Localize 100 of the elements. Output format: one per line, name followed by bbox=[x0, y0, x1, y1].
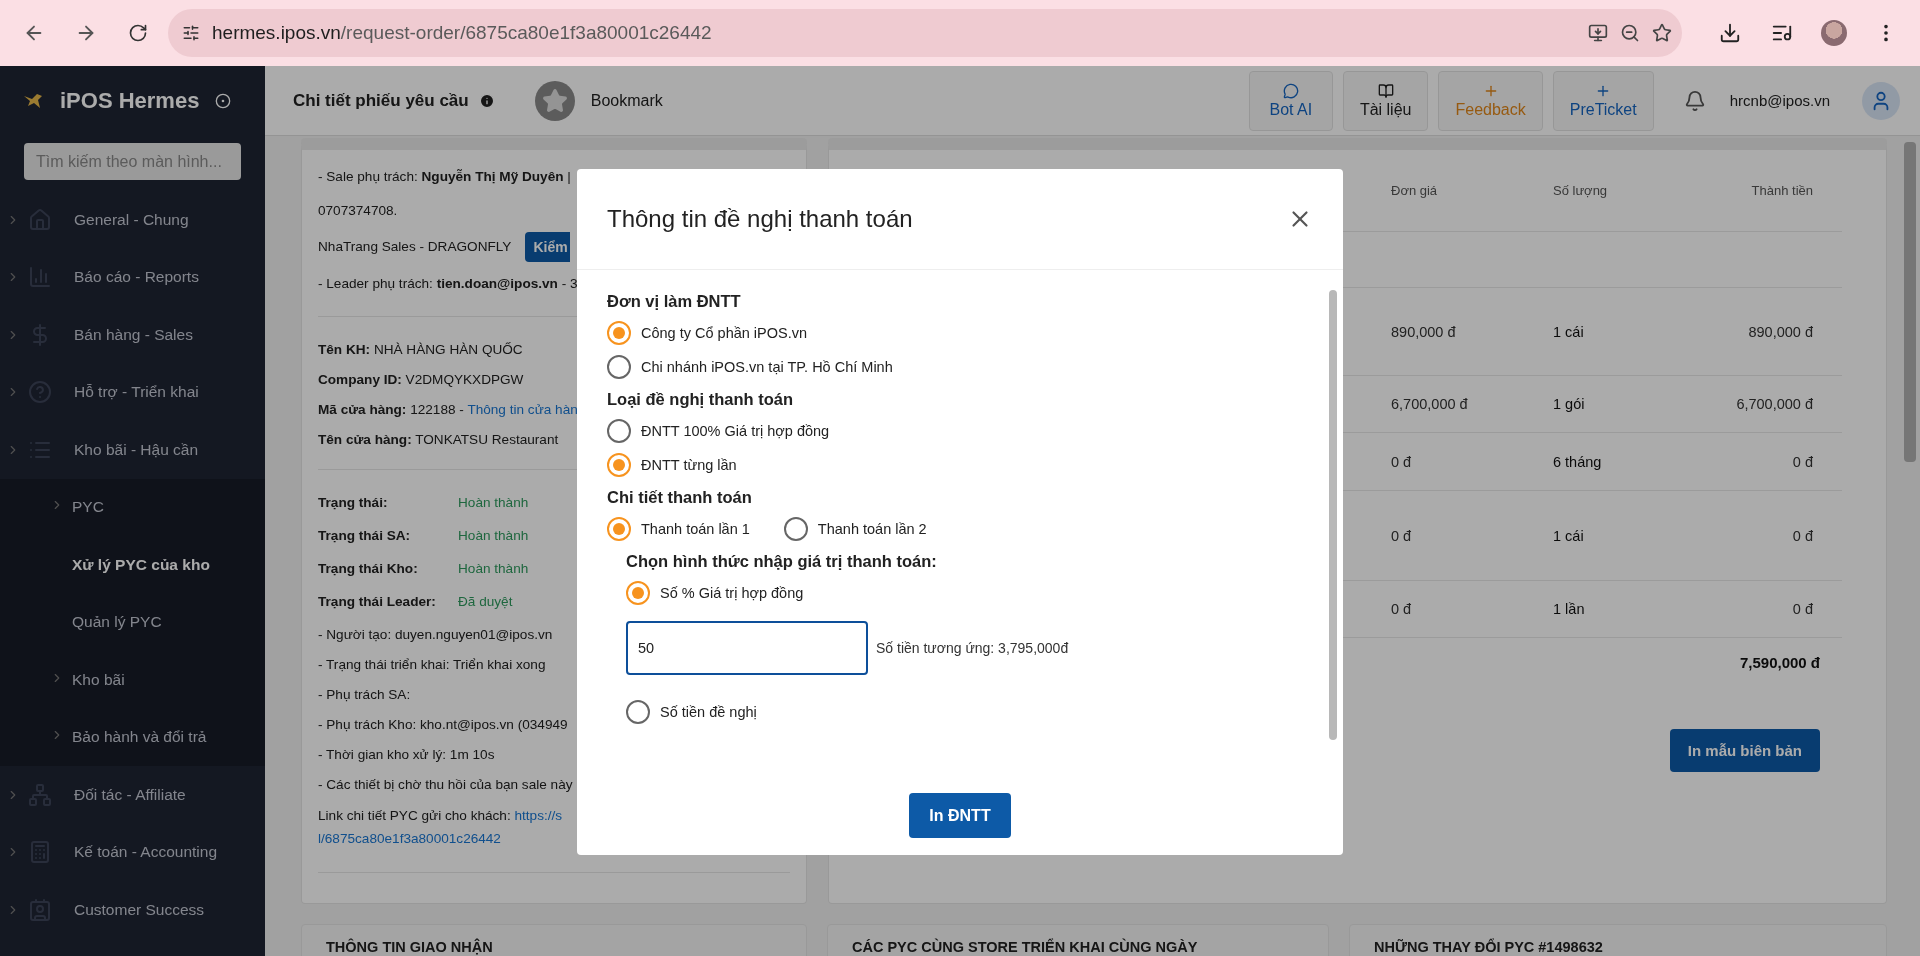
address-bar[interactable]: hermes.ipos.vn/request-order/6875ca80e1f3a80001c26442 bbox=[168, 9, 1682, 57]
status-value: Hoàn thành bbox=[458, 527, 529, 545]
table-cell-text: 1 cái bbox=[1553, 527, 1585, 544]
sidebar-item[interactable]: General - Chung bbox=[0, 191, 265, 249]
column-header: Thành tiền bbox=[1750, 183, 1814, 198]
group-heading: Đơn vị làm ĐNTT bbox=[607, 291, 742, 312]
chart-icon bbox=[28, 265, 52, 290]
table-cell-text: 0 đ bbox=[1791, 601, 1814, 617]
user-email: hrcnb@ipos.vn bbox=[1729, 92, 1830, 109]
calculator-icon bbox=[28, 840, 52, 865]
info-text: 0707374708. bbox=[318, 202, 398, 220]
network-icon bbox=[28, 782, 52, 807]
sidebar-subitem[interactable]: Xử lý PYC của kho bbox=[0, 536, 265, 594]
sidebar-item[interactable]: Đối tác - Affiliate bbox=[0, 766, 265, 824]
share-link[interactable]: https://s bbox=[514, 808, 563, 823]
note-text: - Thời gian kho xử lý: 1m 10s bbox=[318, 746, 495, 764]
section-title: THÔNG TIN GIAO NHẬN bbox=[301, 924, 807, 956]
note-text: - Phụ trách Kho: kho.nt@ipos.vn (034949 bbox=[318, 716, 568, 734]
radio-option[interactable]: Công ty Cổ phần iPOS.vn bbox=[607, 316, 1313, 350]
radio-option[interactable]: Thanh toán lần 2 bbox=[783, 512, 927, 546]
store-name-text: Tên cửa hàng: TONKATSU Restaurant bbox=[318, 431, 559, 449]
sidebar-subitem[interactable]: Quản lý PYC bbox=[0, 593, 265, 651]
radio-dot-icon[interactable] bbox=[215, 93, 232, 109]
radio-option[interactable]: Số tiền đề nghị bbox=[626, 695, 1313, 729]
sidebar-item[interactable]: Bán hàng - Sales bbox=[0, 306, 265, 364]
table-cell-text: 6,700,000 đ bbox=[1735, 396, 1814, 412]
table-cell-text: 1 gói bbox=[1553, 396, 1586, 412]
status-label: Trạng thái Kho: bbox=[318, 560, 419, 578]
sidebar-item[interactable]: Kế toán - Accounting bbox=[0, 823, 265, 881]
note-text: - Các thiết bị chờ thu hồi của bạn sale này bbox=[318, 776, 573, 794]
sidebar-item[interactable]: Kho bãi - Hậu cần bbox=[0, 421, 265, 479]
table-cell-text: 0 đ bbox=[1391, 453, 1413, 470]
share-link[interactable]: l/6875ca80e1f3a80001c26442 bbox=[318, 831, 501, 846]
team-text: NhaTrang Sales - DRAGONFLY bbox=[318, 238, 512, 256]
bookmark-icon[interactable] bbox=[534, 80, 575, 121]
check-button[interactable]: Kiểm bbox=[525, 232, 570, 262]
status-value: Hoàn thành bbox=[458, 494, 529, 512]
table-cell-text: 890,000 đ bbox=[1747, 323, 1814, 340]
table-cell-text: 6,700,000 đ bbox=[1391, 396, 1469, 412]
table-cell-text: 890,000 đ bbox=[1391, 323, 1457, 340]
table-cell-text: 1 cái bbox=[1553, 323, 1585, 340]
download-icon[interactable] bbox=[1719, 22, 1741, 44]
bell-icon[interactable] bbox=[1683, 89, 1706, 112]
group-heading: Loại đề nghị thanh toán bbox=[607, 389, 795, 410]
radio-option[interactable]: ĐNTT từng lần bbox=[607, 448, 1313, 482]
sidebar-item[interactable]: Customer Success bbox=[0, 881, 265, 939]
note-text: - Người tạo: duyen.nguyen01@ipos.vn bbox=[318, 626, 553, 644]
info-icon[interactable] bbox=[478, 92, 495, 109]
table-cell-text: 0 đ bbox=[1391, 527, 1413, 544]
dialog-title: Thông tin đề nghị thanh toán bbox=[607, 205, 913, 233]
print-button[interactable]: In mẫu biên bản bbox=[1669, 729, 1820, 772]
group-heading: Chi tiết thanh toán bbox=[607, 487, 753, 508]
store-info-link[interactable]: Thông tin cửa hàn bbox=[467, 402, 578, 417]
scrollbar[interactable] bbox=[1329, 290, 1337, 740]
chat-icon bbox=[1282, 82, 1299, 99]
home-icon bbox=[28, 207, 52, 232]
customer-text: Tên KH: NHÀ HÀNG HÀN QUỐC bbox=[318, 341, 523, 359]
zoom-icon[interactable] bbox=[1620, 23, 1640, 43]
table-cell-text: 0 đ bbox=[1791, 527, 1814, 544]
radio-option[interactable]: Chi nhánh iPOS.vn tại TP. Hồ Chí Minh bbox=[607, 350, 1313, 384]
store-code-text: Mã cửa hàng: 122188 - Thông tin cửa hàn bbox=[318, 401, 578, 419]
column-header: Số lượng bbox=[1553, 183, 1609, 198]
percent-field[interactable]: 50 bbox=[626, 621, 868, 675]
status-label: Trạng thái Leader: bbox=[318, 593, 437, 611]
header-button[interactable]: PreTicket bbox=[1552, 70, 1654, 131]
header-button[interactable]: Bot AI bbox=[1248, 70, 1333, 131]
page-title: Chi tiết phiếu yêu cầu bbox=[293, 90, 469, 111]
radio-option[interactable]: ĐNTT 100% Giá trị hợp đồng bbox=[607, 414, 1313, 448]
status-value: Đã duyệt bbox=[458, 593, 514, 611]
customer-text: Company ID: V2DMQYKXDPGW bbox=[318, 371, 524, 389]
total-amount: 7,590,000 đ bbox=[1739, 654, 1820, 671]
note-text: - Phụ trách SA: bbox=[318, 686, 411, 704]
reload-icon[interactable] bbox=[128, 23, 148, 43]
sidebar-subitem[interactable]: PYC bbox=[0, 478, 265, 536]
group-heading: Chọn hình thức nhập giá trị thanh toán: bbox=[626, 551, 938, 572]
column-header: Đơn giá bbox=[1391, 183, 1439, 198]
radio-option[interactable]: Thanh toán lần 1 bbox=[607, 512, 750, 546]
help-icon bbox=[28, 380, 52, 405]
note-text: - Trạng thái triển khai: Triển khai xong bbox=[318, 656, 546, 674]
status-value: Hoàn thành bbox=[458, 560, 529, 578]
contact-card-icon bbox=[28, 897, 52, 922]
install-icon[interactable] bbox=[1588, 23, 1608, 43]
avatar[interactable] bbox=[1862, 81, 1900, 120]
radio-option[interactable]: Số % Giá trị hợp đồng bbox=[626, 576, 1313, 610]
table-cell-text: 1 lần bbox=[1553, 601, 1586, 617]
sidebar-item[interactable]: Báo cáo - Reports bbox=[0, 248, 265, 306]
header-button[interactable]: Tài liệu bbox=[1342, 70, 1429, 131]
info-text: - Sale phụ trách: Nguyễn Thị Mỹ Duyên | bbox=[318, 168, 571, 186]
star-icon[interactable] bbox=[1652, 23, 1672, 43]
sidebar-item[interactable]: Hỗ trợ - Triển khai bbox=[0, 363, 265, 421]
leader-text: - Leader phụ trách: tien.doan@ipos.vn - 3 bbox=[318, 275, 578, 293]
table-cell-text: 0 đ bbox=[1791, 453, 1814, 470]
sidebar-subitem[interactable]: Bảo hành và đổi trả bbox=[0, 708, 265, 766]
profile-avatar[interactable] bbox=[1821, 20, 1847, 46]
site-settings-icon[interactable] bbox=[182, 24, 200, 42]
submit-button[interactable]: In ĐNTT bbox=[909, 793, 1011, 838]
status-label: Trạng thái SA: bbox=[318, 527, 412, 545]
status-label: Trạng thái: bbox=[318, 494, 389, 512]
sidebar-subitem[interactable]: Kho bãi bbox=[0, 651, 265, 709]
search-field[interactable]: Tìm kiếm theo màn hình... bbox=[24, 143, 241, 180]
